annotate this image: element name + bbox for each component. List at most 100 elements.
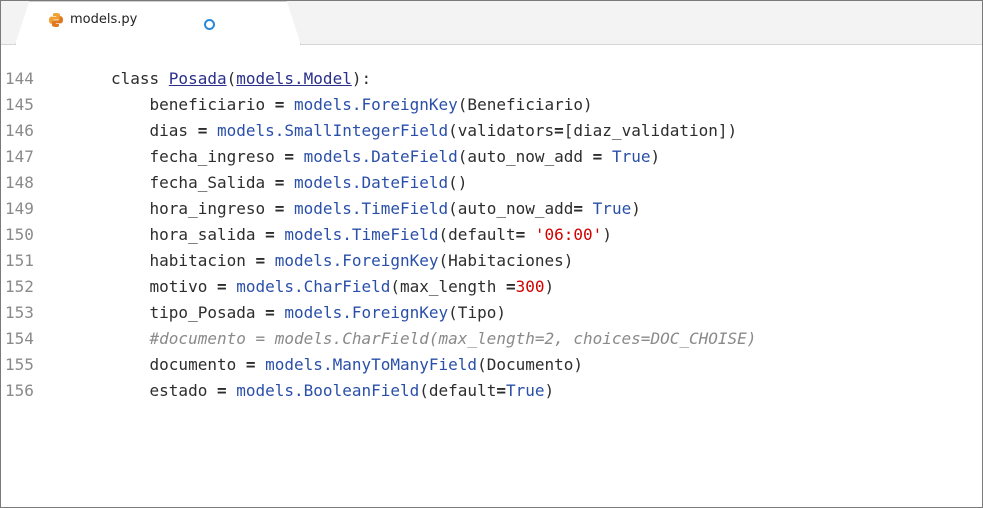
unsaved-indicator-icon[interactable] — [204, 19, 215, 30]
python-file-icon — [49, 13, 63, 27]
code-line[interactable]: 156 estado = models.BooleanField(default… — [1, 378, 982, 404]
line-number: 145 — [5, 95, 34, 114]
field-type: models.SmallIntegerField — [216, 121, 449, 140]
code-line[interactable]: 147 fecha_ingreso = models.DateField(aut… — [1, 144, 982, 170]
args: (Tipo) — [448, 303, 506, 322]
punct: ): — [351, 69, 372, 88]
number-literal: 300 — [515, 277, 545, 296]
code-line[interactable]: 148 fecha_Salida = models.DateField() — [1, 170, 982, 196]
assign-op: = — [207, 381, 237, 400]
code-text: tipo_Posada = models.ForeignKey(Tipo) — [111, 300, 506, 326]
field-type: models.TimeField — [284, 225, 439, 244]
code-line[interactable]: 151 habitacion = models.ForeignKey(Habit… — [1, 248, 982, 274]
args: [diaz_validation]) — [563, 121, 738, 140]
field-type: models.BooleanField — [236, 381, 420, 400]
assign-op: = — [573, 199, 584, 218]
assign-op: = — [265, 199, 295, 218]
string-literal: '06:00' — [534, 225, 603, 244]
args: ) — [650, 147, 661, 166]
assign-op: = — [236, 355, 266, 374]
field-name: beneficiario — [149, 95, 266, 114]
assign-op: = — [207, 277, 237, 296]
code-text: class Posada(models.Model): — [111, 66, 371, 92]
tab-title: models.py — [70, 12, 138, 27]
code-line[interactable]: 145 beneficiario = models.ForeignKey(Ben… — [1, 92, 982, 118]
class-name-link[interactable]: Posada — [169, 69, 227, 88]
line-number: 156 — [5, 381, 34, 400]
args: ) — [602, 225, 612, 244]
line-number: 153 — [5, 303, 34, 322]
field-type: models.ForeignKey — [294, 95, 458, 114]
code-line[interactable]: 153 tipo_Posada = models.ForeignKey(Tipo… — [1, 300, 982, 326]
args — [525, 225, 535, 244]
field-name: habitacion — [149, 251, 246, 270]
field-type: models.DateField — [303, 147, 458, 166]
code-text: #documento = models.CharField(max_length… — [111, 326, 757, 352]
line-number: 147 — [5, 147, 34, 166]
assign-op: = — [274, 147, 304, 166]
assign-op: = — [265, 173, 295, 192]
assign-op: = — [515, 225, 526, 244]
code-text: estado = models.BooleanField(default=Tru… — [111, 378, 555, 404]
args: ) — [631, 199, 641, 218]
code-line[interactable]: 149 hora_ingreso = models.TimeField(auto… — [1, 196, 982, 222]
field-name: estado — [149, 381, 208, 400]
field-type: models.ForeignKey — [274, 251, 439, 270]
code-line[interactable]: 152 motivo = models.CharField(max_length… — [1, 274, 982, 300]
code-line[interactable]: 154 #documento = models.CharField(max_le… — [1, 326, 982, 352]
editor-window: models.py 144 class Posada(models.Model)… — [0, 0, 983, 508]
code-line[interactable]: 144 class Posada(models.Model): — [1, 66, 982, 92]
args: (auto_now_add — [457, 147, 593, 166]
literal: True — [505, 381, 545, 400]
code-line[interactable]: 155 documento = models.ManyToManyField(D… — [1, 352, 982, 378]
code-text: fecha_ingreso = models.DateField(auto_no… — [111, 144, 661, 170]
code-text: fecha_Salida = models.DateField() — [111, 170, 468, 196]
base-class-link[interactable]: models.Model — [236, 69, 352, 88]
field-type: models.ManyToManyField — [265, 355, 478, 374]
assign-op: = — [245, 251, 275, 270]
code-line[interactable]: 146 dias = models.SmallIntegerField(vali… — [1, 118, 982, 144]
args: (auto_now_add — [448, 199, 574, 218]
args: (Habitaciones) — [438, 251, 574, 270]
field-name: hora_ingreso — [149, 199, 266, 218]
field-type: models.DateField — [294, 173, 449, 192]
tab-bar: models.py — [1, 1, 982, 45]
tab-models-py[interactable]: models.py — [15, 1, 301, 45]
code-text: hora_salida = models.TimeField(default= … — [111, 222, 612, 248]
line-number: 155 — [5, 355, 34, 374]
args: (max_length — [390, 277, 506, 296]
line-number: 146 — [5, 121, 34, 140]
code-text: motivo = models.CharField(max_length =30… — [111, 274, 555, 300]
field-name: motivo — [149, 277, 208, 296]
line-number: 154 — [5, 329, 34, 348]
comment: #documento = models.CharField(max_length… — [149, 329, 757, 348]
literal: True — [592, 199, 632, 218]
code-text: documento = models.ManyToManyField(Docum… — [111, 352, 584, 378]
field-name: fecha_Salida — [149, 173, 266, 192]
punct: ( — [226, 69, 237, 88]
keyword-class: class — [111, 69, 169, 88]
line-number: 149 — [5, 199, 34, 218]
args: (default — [438, 225, 516, 244]
args: (Documento) — [477, 355, 584, 374]
code-line[interactable]: 150 hora_salida = models.TimeField(defau… — [1, 222, 982, 248]
field-name: hora_salida — [149, 225, 256, 244]
code-text: dias = models.SmallIntegerField(validato… — [111, 118, 738, 144]
field-type: models.CharField — [236, 277, 391, 296]
code-text: habitacion = models.ForeignKey(Habitacio… — [111, 248, 574, 274]
line-number: 144 — [5, 69, 34, 88]
code-editor[interactable]: 144 class Posada(models.Model): 145 bene… — [1, 45, 982, 404]
field-name: dias — [149, 121, 189, 140]
assign-op: = — [265, 95, 295, 114]
assign-op: = — [496, 381, 506, 400]
assign-op: = — [188, 121, 217, 140]
assign-op: = — [592, 147, 603, 166]
args: ) — [544, 381, 555, 400]
